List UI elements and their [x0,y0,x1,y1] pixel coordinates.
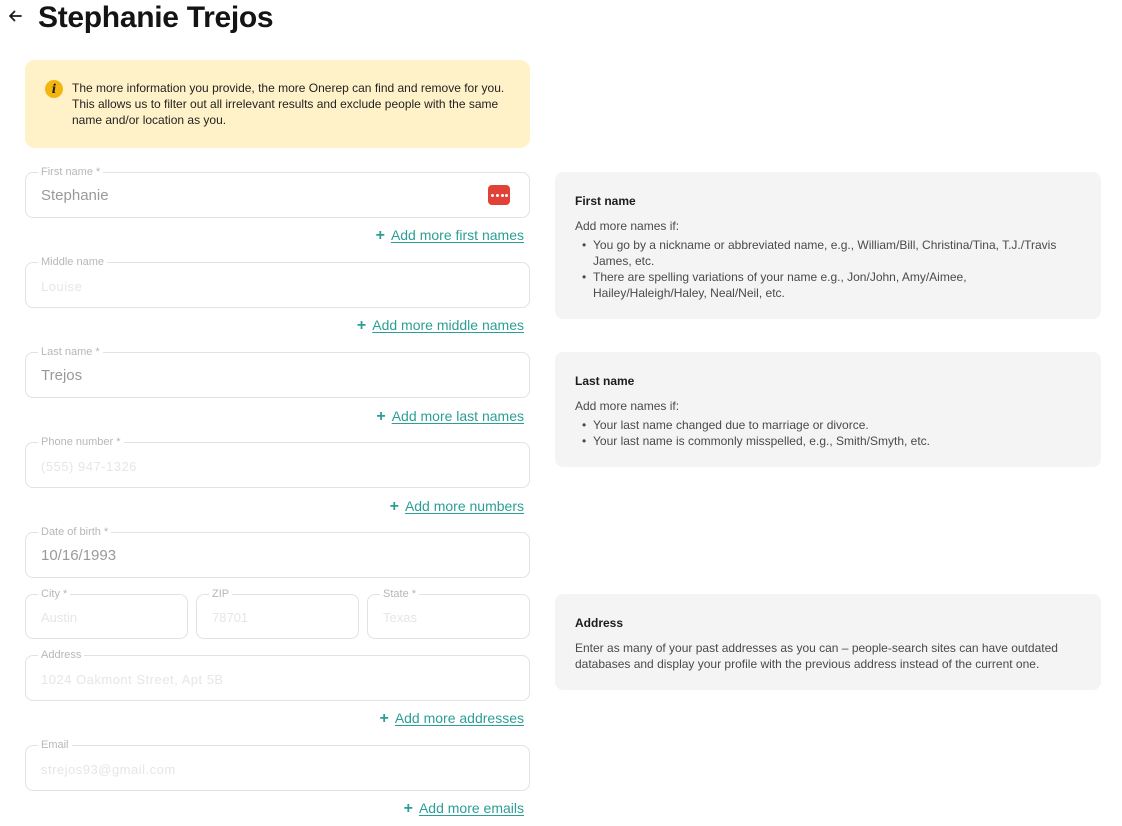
first-name-field[interactable]: First name * Stephanie [25,166,530,218]
add-first-names-link[interactable]: + Add more first names [376,227,524,244]
first-name-help-card: First name Add more names if: You go by … [555,172,1101,319]
plus-icon: + [389,498,399,515]
password-manager-icon[interactable] [488,185,510,205]
last-name-help-list: Your last name changed due to marriage o… [575,417,1081,449]
middle-name-value[interactable]: Louise [41,277,82,296]
info-icon: i [45,80,63,98]
first-name-help-list: You go by a nickname or abbreviated name… [575,237,1081,301]
last-name-field[interactable]: Last name * Trejos [25,346,530,398]
add-middle-names-link[interactable]: + Add more middle names [357,317,524,334]
help-list-item: Your last name changed due to marriage o… [575,417,1081,433]
address-help-title: Address [575,616,624,630]
help-list-item: You go by a nickname or abbreviated name… [575,237,1081,269]
date-of-birth-label: Date of birth * [38,526,112,539]
add-last-names-label: Add more last names [391,408,524,424]
date-of-birth-value[interactable]: 10/16/1993 [41,546,116,565]
plus-icon: + [356,317,367,334]
help-list-item: Your last name is commonly misspelled, e… [575,433,1081,449]
add-numbers-label: Add more numbers [404,498,524,514]
add-first-names-label: Add more first names [390,227,524,243]
phone-number-value[interactable]: (555) 947-1326 [41,457,137,476]
address-field[interactable]: Address 1024 Oakmont Street, Apt 5B [25,649,530,701]
last-name-value[interactable]: Trejos [41,366,82,385]
first-name-help-intro: Add more names if: [575,219,680,233]
email-value[interactable]: strejos93@gmail.com [41,760,176,779]
add-addresses-label: Add more addresses [394,710,524,726]
phone-number-field[interactable]: Phone number * (555) 947-1326 [25,436,530,488]
email-label: Email [38,739,72,752]
page-title: Stephanie Trejos [38,1,274,34]
help-list-item: There are spelling variations of your na… [575,269,1081,301]
last-name-help-title: Last name [575,374,635,388]
city-field[interactable]: City * Austin [25,588,188,639]
city-label: City * [38,588,71,601]
plus-icon: + [375,227,385,244]
email-field[interactable]: Email strejos93@gmail.com [25,739,530,791]
last-name-help-intro: Add more names if: [575,399,680,413]
state-value[interactable]: Texas [383,610,417,625]
zip-value[interactable]: 78701 [212,610,248,625]
last-name-help-card: Last name Add more names if: Your last n… [555,352,1101,467]
add-middle-names-label: Add more middle names [372,317,524,333]
address-help-intro: Enter as many of your past addresses as … [575,641,1058,671]
plus-icon: + [376,408,386,425]
address-help-card: Address Enter as many of your past addre… [555,594,1101,690]
zip-field[interactable]: ZIP 78701 [196,588,359,639]
add-numbers-link[interactable]: + Add more numbers [390,498,524,515]
state-label: State * [380,588,420,601]
info-notice: i The more information you provide, the … [25,60,530,148]
add-addresses-link[interactable]: + Add more addresses [379,710,524,727]
add-emails-label: Add more emails [418,800,524,816]
add-emails-link[interactable]: + Add more emails [404,800,524,817]
first-name-value[interactable]: Stephanie [41,186,109,205]
middle-name-label: Middle name [38,256,107,269]
address-value[interactable]: 1024 Oakmont Street, Apt 5B [41,670,224,689]
plus-icon: + [379,710,389,727]
last-name-label: Last name * [38,346,103,359]
first-name-help-title: First name [575,194,636,208]
state-field[interactable]: State * Texas [367,588,530,639]
add-last-names-link[interactable]: + Add more last names [376,408,524,425]
back-arrow-icon[interactable] [7,8,23,24]
address-label: Address [38,649,85,662]
phone-number-label: Phone number * [38,436,124,449]
city-value[interactable]: Austin [41,610,77,625]
notice-text: The more information you provide, the mo… [72,81,505,127]
middle-name-field[interactable]: Middle name Louise [25,256,530,308]
date-of-birth-field[interactable]: Date of birth * 10/16/1993 [25,526,530,578]
first-name-label: First name * [38,166,104,179]
plus-icon: + [403,800,413,817]
zip-label: ZIP [209,588,233,601]
